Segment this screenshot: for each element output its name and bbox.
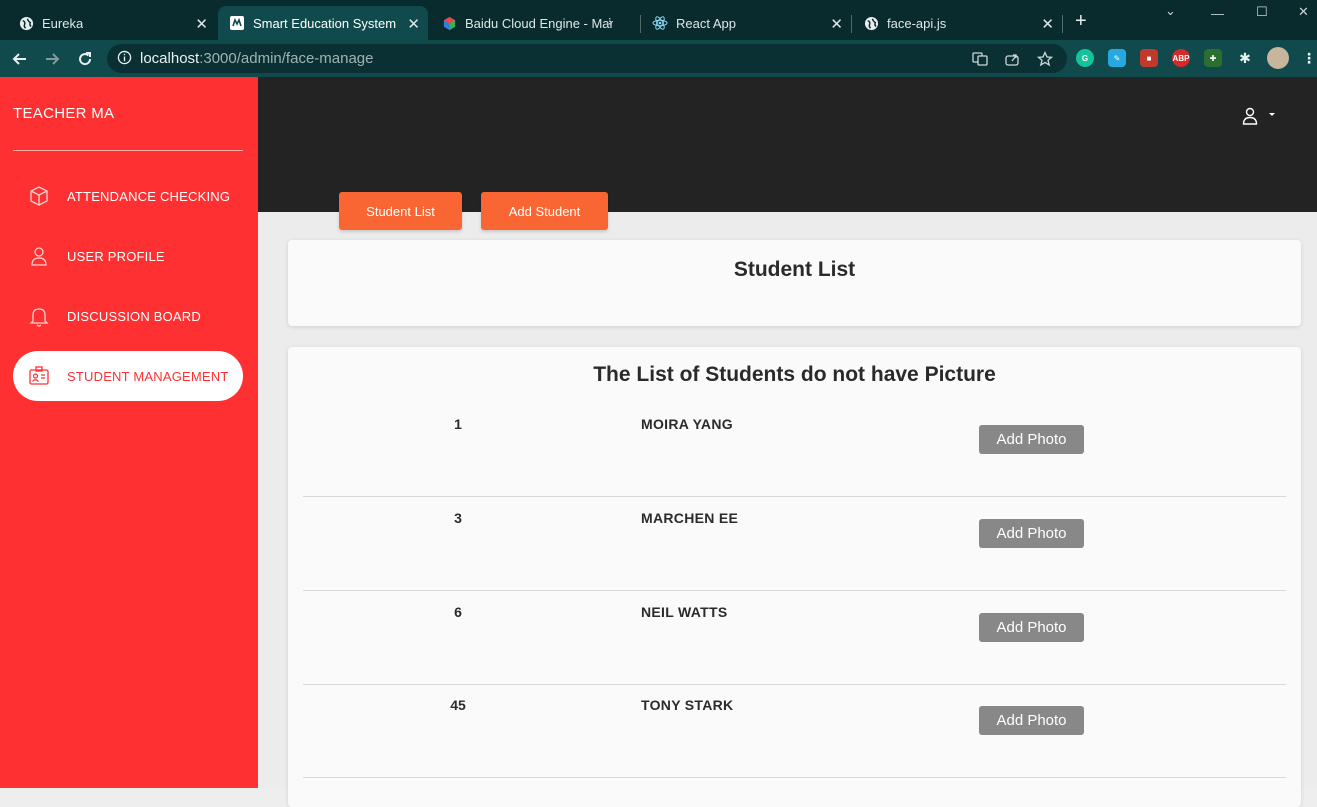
sidebar-item-user-profile[interactable]: USER PROFILE [13,231,243,281]
cube-icon [13,185,63,207]
sidebar-item-attendance[interactable]: ATTENDANCE CHECKING [13,171,243,221]
site-info-icon[interactable] [117,50,132,70]
student-list-card: Student List [288,240,1301,326]
back-arrow-icon[interactable] [9,48,31,70]
app-favicon-icon [229,15,245,31]
browser-toolbar: localhost:3000/admin/face-manage G ✎ ■ A… [0,40,1317,77]
browser-tab-baidu[interactable]: Baidu Cloud Engine - Mar ⁝ [430,6,640,40]
student-id: 3 [454,510,462,526]
tab-label: React App [676,15,736,31]
sidebar-item-student-management[interactable]: STUDENT MANAGEMENT [13,351,243,401]
share-icon[interactable] [1004,51,1020,67]
add-student-button[interactable]: Add Student [481,192,608,230]
close-tab-icon[interactable]: ✕ [195,15,208,33]
sidebar-item-label: STUDENT MANAGEMENT [67,368,229,384]
react-icon [652,15,668,31]
tab-separator [640,15,641,33]
chevron-down-icon[interactable] [1269,113,1275,116]
url-text[interactable]: localhost:3000/admin/face-manage [140,50,373,67]
browser-tab-smart-education[interactable]: Smart Education System ✕ [218,6,428,40]
sidebar-brand[interactable]: TEACHER MA [13,105,114,122]
id-card-icon [13,365,63,387]
tab-label: face-api.js [887,15,947,31]
student-id: 1 [454,416,462,432]
globe-icon [863,15,879,31]
close-tab-icon[interactable]: ✕ [407,15,420,33]
tab-label: Eureka [42,15,84,31]
sidebar-divider [13,150,243,151]
table-row: 6 NEIL WATTS Add Photo [303,591,1286,685]
maximize-icon[interactable]: ☐ [1256,4,1268,20]
baidu-cloud-icon [441,15,457,31]
student-name: NEIL WATTS [641,604,728,620]
sidebar-item-label: ATTENDANCE CHECKING [67,188,231,204]
adblock-extension-icon[interactable]: ABP [1172,49,1190,67]
window-close-icon[interactable]: ✕ [1298,4,1309,20]
add-photo-button[interactable]: Add Photo [979,613,1084,642]
sidebar-item-label: DISCUSSION BOARD [67,308,201,324]
account-user-icon[interactable] [1242,107,1258,130]
minimize-icon[interactable]: — [1211,6,1224,21]
bookmark-star-icon[interactable] [1036,50,1054,67]
extension-icon[interactable]: ■ [1140,49,1158,67]
browser-tab-face-api[interactable]: face-api.js ✕ [852,6,1062,40]
student-list-button[interactable]: Student List [339,192,462,230]
url-host: localhost [140,50,200,67]
table-row: 45 TONY STARK Add Photo [303,684,1286,778]
sidebar-item-label: USER PROFILE [67,248,165,264]
globe-icon [18,15,34,31]
browser-menu-icon[interactable]: ⋮ [1300,49,1317,67]
student-name: TONY STARK [641,697,734,713]
tab-label: Baidu Cloud Engine - Mar [465,15,613,31]
list-title: The List of Students do not have Picture [593,363,996,386]
card-title: Student List [733,258,856,281]
tab-audio-indicator: ⁝ [608,16,612,28]
add-photo-button[interactable]: Add Photo [979,706,1084,735]
close-tab-icon[interactable]: ✕ [830,15,843,33]
no-picture-list-card: The List of Students do not have Picture… [288,347,1301,807]
student-name: MARCHEN EE [641,510,739,526]
forward-arrow-icon[interactable] [41,48,63,70]
tab-separator [1062,15,1063,33]
sidebar: TEACHER MA ATTENDANCE CHECKING USER PROF… [0,77,258,788]
main-content: Student List Add Student Student List Th… [258,77,1317,807]
student-name: MOIRA YANG [641,416,733,432]
extension-icon[interactable]: ✎ [1108,49,1126,67]
profile-avatar[interactable] [1267,47,1289,69]
add-photo-button[interactable]: Add Photo [979,425,1084,454]
browser-tabstrip: Eureka ✕ Smart Education System ✕ Baidu … [0,0,1317,40]
new-tab-icon[interactable]: + [1075,11,1087,31]
browser-tab-react[interactable]: React App ✕ [641,6,851,40]
sidebar-item-discussion[interactable]: DISCUSSION BOARD [13,291,243,341]
student-id: 6 [454,604,462,620]
translate-icon[interactable] [972,51,988,67]
tab-search-chevron-icon[interactable]: ⌄ [1165,3,1176,19]
extension-icon[interactable]: ✚ [1204,49,1222,67]
table-row: 3 MARCHEN EE Add Photo [303,497,1286,591]
tab-label: Smart Education System [253,15,397,31]
table-row: 1 MOIRA YANG Add Photo [303,403,1286,497]
tab-separator [851,15,852,33]
close-tab-icon[interactable]: ✕ [1041,15,1054,33]
bell-icon [13,305,63,327]
puzzle-extensions-icon[interactable]: ✱ [1236,49,1254,67]
student-id: 45 [450,697,466,713]
address-bar[interactable]: localhost:3000/admin/face-manage [107,44,1067,73]
browser-tab-eureka[interactable]: Eureka ✕ [0,6,216,40]
add-photo-button[interactable]: Add Photo [979,519,1084,548]
user-icon [13,245,63,267]
grammarly-extension-icon[interactable]: G [1076,49,1094,67]
url-path: :3000/admin/face-manage [199,50,374,67]
reload-icon[interactable] [74,48,96,70]
